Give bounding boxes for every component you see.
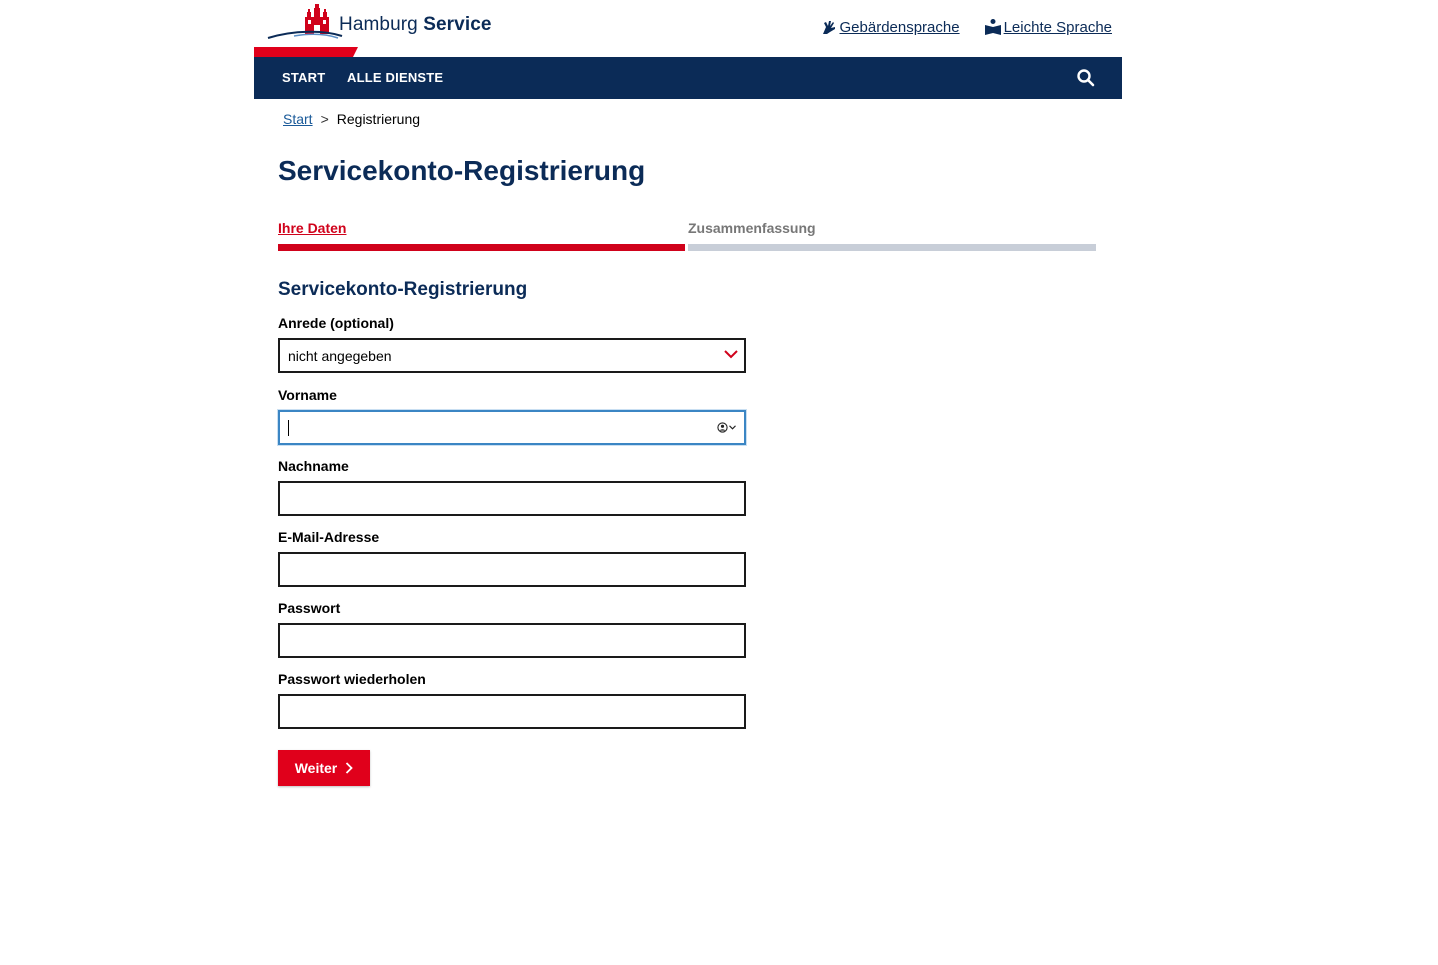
progress-steps: Ihre Daten Zusammenfassung — [278, 220, 1096, 252]
salutation-label: Anrede (optional) — [278, 315, 394, 331]
contact-card-icon — [717, 422, 728, 433]
step-ihre-daten[interactable]: Ihre Daten — [278, 220, 685, 252]
password-repeat-label: Passwort wiederholen — [278, 671, 426, 687]
last-name-label: Nachname — [278, 458, 349, 474]
breadcrumb-separator: > — [320, 111, 329, 127]
search-icon[interactable] — [1076, 68, 1096, 88]
chevron-down-icon — [729, 425, 736, 430]
salutation-select[interactable]: nicht angegeben — [278, 338, 746, 373]
top-links: Gebärdensprache Leichte Sprache — [820, 18, 1112, 36]
first-name-label: Vorname — [278, 387, 337, 403]
password-input[interactable] — [278, 623, 746, 658]
nav-item-start[interactable]: START — [282, 70, 325, 85]
breadcrumb-current: Registrierung — [336, 111, 421, 127]
easy-language-icon — [984, 19, 1001, 35]
chevron-down-icon — [724, 350, 738, 359]
last-name-input[interactable] — [278, 481, 746, 516]
breadcrumb: Start > Registrierung — [283, 111, 420, 127]
breadcrumb-home-link[interactable]: Start — [283, 111, 313, 127]
password-label: Passwort — [278, 600, 341, 616]
chevron-right-icon — [346, 762, 354, 774]
page-title: Servicekonto-Registrierung — [278, 155, 646, 186]
autofill-contact-icon[interactable] — [717, 422, 736, 433]
step-bar-inactive — [688, 244, 1096, 251]
email-label: E-Mail-Adresse — [278, 529, 380, 545]
weiter-button[interactable]: Weiter — [278, 750, 370, 786]
sign-language-icon — [822, 21, 835, 34]
step-label: Ihre Daten — [278, 220, 347, 236]
step-label: Zusammenfassung — [688, 220, 816, 236]
main-container: Hamburg Service Gebärdensprache Leichte … — [254, 0, 1122, 786]
nav-item-alle-dienste[interactable]: ALLE DIENSTE — [347, 70, 443, 85]
page: Hamburg Service Gebärdensprache Leichte … — [0, 0, 1438, 965]
text-caret — [288, 420, 289, 436]
sign-language-link[interactable]: Gebärdensprache — [820, 18, 960, 36]
salutation-selected-value: nicht angegeben — [288, 347, 392, 364]
email-input[interactable] — [278, 552, 746, 587]
brand-name[interactable]: Hamburg Service — [339, 14, 492, 36]
password-repeat-input[interactable] — [278, 694, 746, 729]
first-name-input[interactable] — [278, 410, 746, 445]
weiter-button-label: Weiter — [294, 760, 338, 776]
step-zusammenfassung: Zusammenfassung — [688, 220, 1096, 252]
site-header: Hamburg Service Gebärdensprache Leichte … — [254, 0, 1122, 63]
easy-language-link[interactable]: Leichte Sprache — [984, 18, 1112, 36]
step-bar-active — [278, 244, 685, 251]
form-title: Servicekonto-Registrierung — [278, 279, 528, 300]
main-navigation: START ALLE DIENSTE — [254, 57, 1122, 99]
